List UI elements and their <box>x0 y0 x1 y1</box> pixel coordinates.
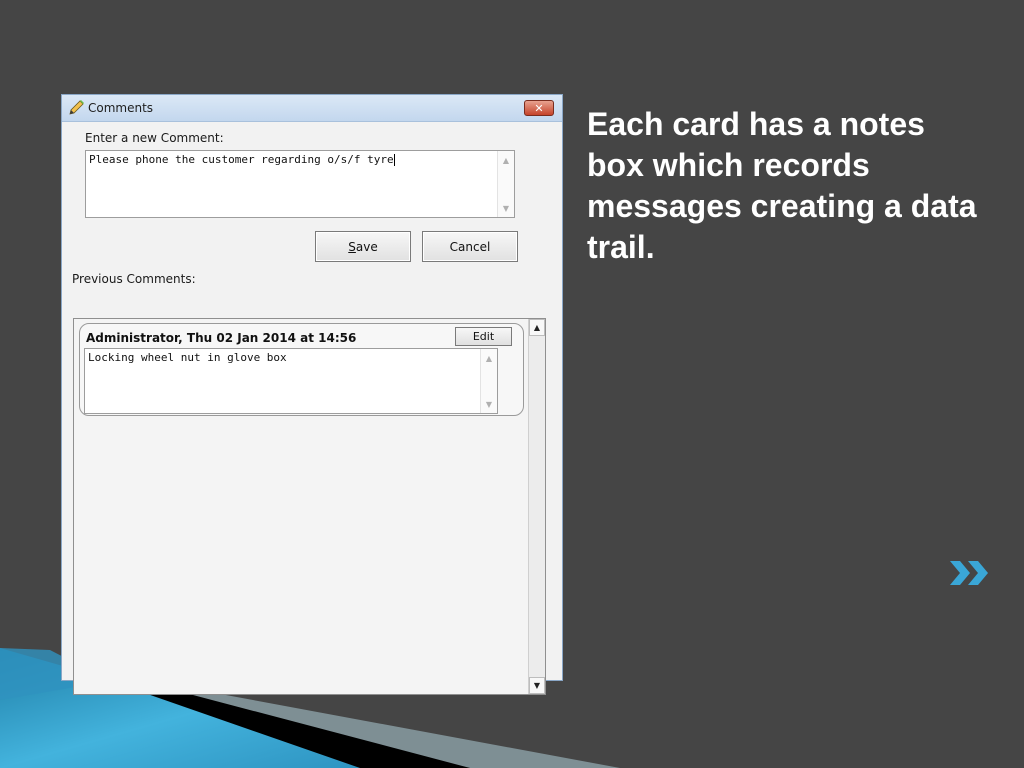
new-comment-label: Enter a new Comment: <box>85 131 224 145</box>
pencil-icon <box>69 100 84 115</box>
comment-scrollbar[interactable]: ▲ ▼ <box>480 349 497 413</box>
close-icon: ✕ <box>534 101 544 115</box>
scroll-down-icon[interactable]: ▼ <box>529 677 545 694</box>
scroll-up-icon[interactable]: ▲ <box>481 351 497 365</box>
title-bar[interactable]: Comments ✕ <box>62 95 562 122</box>
window-body: Enter a new Comment: Please phone the cu… <box>62 122 562 695</box>
scroll-up-icon[interactable]: ▲ <box>529 319 545 336</box>
new-comment-scrollbar[interactable]: ▲ ▼ <box>497 151 514 217</box>
scroll-down-icon[interactable]: ▼ <box>481 397 497 411</box>
close-button[interactable]: ✕ <box>524 100 554 116</box>
window-title: Comments <box>88 101 154 115</box>
previous-comments-list: Administrator, Thu 02 Jan 2014 at 14:56 … <box>73 318 546 695</box>
slide-caption: Each card has a notes box which records … <box>587 106 977 265</box>
previous-comments-label: Previous Comments: <box>72 272 196 286</box>
comment-card: Administrator, Thu 02 Jan 2014 at 14:56 … <box>79 323 524 416</box>
cancel-button[interactable]: Cancel <box>422 231 518 262</box>
comment-text: Locking wheel nut in glove box <box>88 351 287 364</box>
scroll-down-icon[interactable]: ▼ <box>498 201 514 215</box>
comments-window: Comments ✕ Enter a new Comment: Please p… <box>61 94 563 695</box>
edit-button[interactable]: Edit <box>455 327 512 346</box>
save-label: Save <box>348 239 378 254</box>
scroll-up-icon[interactable]: ▲ <box>498 153 514 167</box>
save-button[interactable]: Save <box>315 231 411 262</box>
new-comment-text: Please phone the customer regarding o/s/… <box>89 153 395 166</box>
new-comment-input[interactable]: Please phone the customer regarding o/s/… <box>85 150 515 218</box>
list-scrollbar[interactable]: ▲ ▼ <box>528 319 545 694</box>
comment-header: Administrator, Thu 02 Jan 2014 at 14:56 <box>86 331 357 345</box>
double-chevron-right-icon[interactable] <box>948 558 992 588</box>
comment-text-field[interactable]: Locking wheel nut in glove box ▲ ▼ <box>84 348 498 414</box>
